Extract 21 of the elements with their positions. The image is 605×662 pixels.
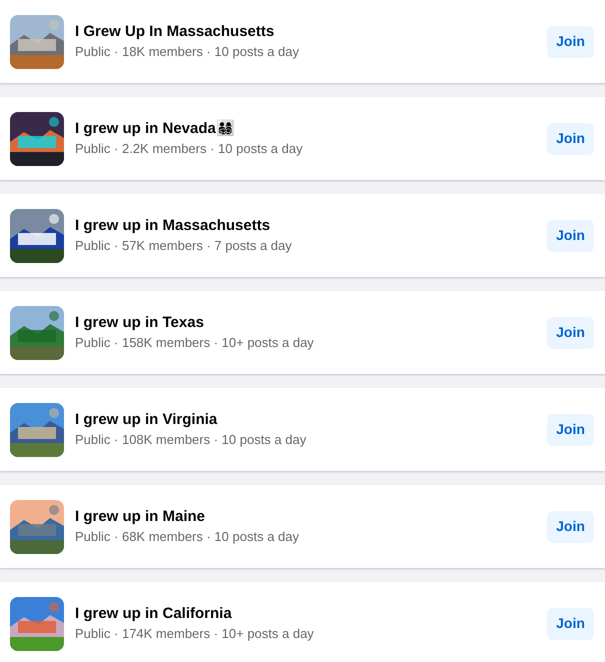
group-name[interactable]: I grew up in Massachusetts (75, 216, 536, 236)
join-button[interactable]: Join (547, 608, 594, 640)
join-button[interactable]: Join (547, 316, 594, 348)
join-button[interactable]: Join (547, 414, 594, 446)
group-name[interactable]: I grew up in Texas (75, 312, 536, 332)
join-button[interactable]: Join (547, 122, 594, 154)
group-meta: Public · 57K members · 7 posts a day (75, 236, 293, 255)
group-meta: Public · 18K members · 10 posts a day (75, 42, 300, 61)
group-meta: Public · 68K members · 10 posts a day (75, 528, 300, 546)
group-meta: Public · 158K members · 10+ posts a day (75, 334, 315, 352)
group-name[interactable]: I grew up in Nevada👨‍👩‍👧‍👦 (75, 118, 536, 138)
group-meta: Public · 2.2K members · 10 posts a day (75, 140, 304, 158)
group-meta: Public · 174K members · 10+ posts a day (75, 624, 315, 643)
group-meta: Public · 108K members · 10 posts a day (75, 430, 308, 449)
group-name[interactable]: I grew up in Maine (75, 506, 536, 526)
group-name[interactable]: I grew up in California (75, 604, 536, 624)
group-name[interactable]: I Grew Up In Massachusetts (75, 22, 536, 42)
group-name[interactable]: I grew up in Virginia (75, 410, 536, 430)
join-button[interactable]: Join (547, 510, 594, 542)
join-button[interactable]: Join (547, 26, 594, 58)
join-button[interactable]: Join (547, 220, 594, 252)
